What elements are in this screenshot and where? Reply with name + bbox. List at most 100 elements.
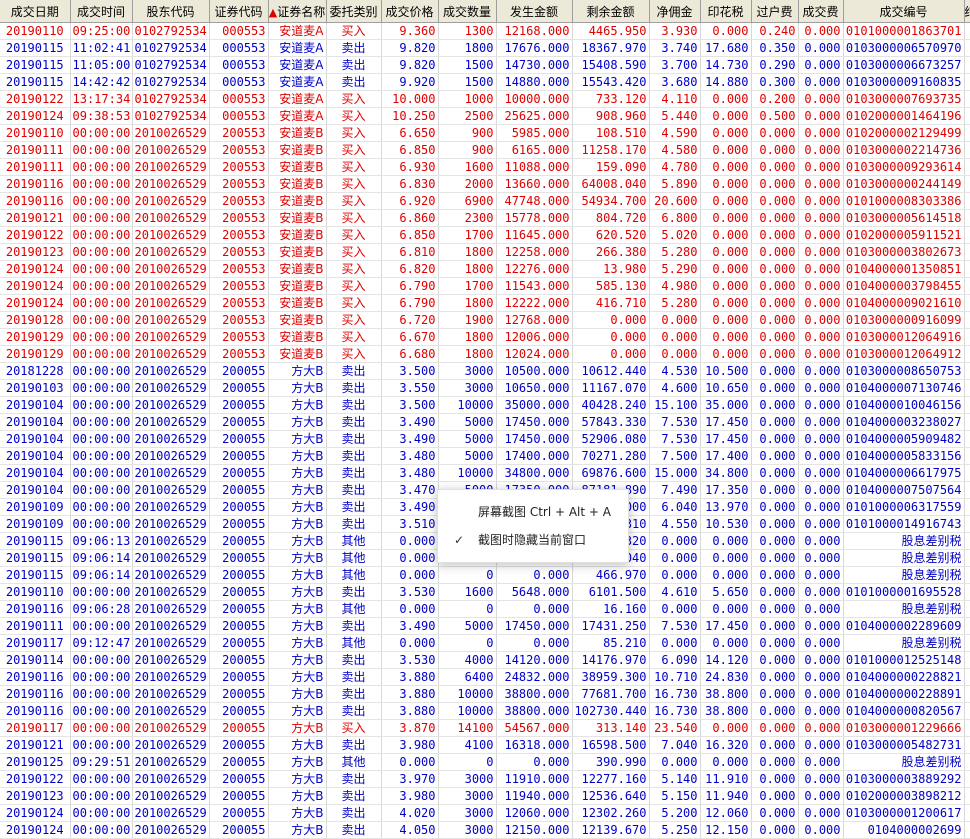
cell-security-name: 安道麦A (268, 22, 327, 40)
cell-order-type: 买入 (326, 311, 382, 329)
cell-trade-date: 20190109 (0, 515, 71, 533)
table-row[interactable]: 20190117 09:12:47 2010026529 200055 方大B 其他 0.0… (0, 634, 970, 652)
table-row[interactable]: 20190116 00:00:00 2010026529 200055 方大B 卖出 3.8… (0, 702, 970, 720)
table-row[interactable]: 20190123 00:00:00 2010026529 200553 安道麦B 买入 6.… (0, 243, 970, 261)
cell-price: 6.790 (381, 277, 439, 295)
table-row[interactable]: 20190104 00:00:00 2010026529 200055 方大B 卖出 3.4… (0, 430, 970, 448)
column-header-trade-date[interactable]: 成交日期 (0, 0, 71, 23)
table-row[interactable]: 20190115 11:02:41 0102792534 000553 安道麦A 卖出 9.… (0, 39, 970, 57)
table-row[interactable]: 20190110 09:25:00 0102792534 000553 安道麦A 买入 9.… (0, 22, 970, 40)
table-row[interactable]: 20190129 00:00:00 2010026529 200553 安道麦B 买入 6.… (0, 345, 970, 363)
table-row[interactable]: 20190110 00:00:00 2010026529 200553 安道麦B 买入 6.… (0, 124, 970, 142)
cell-settlement (964, 141, 970, 159)
cell-trade-number: 0104000002699 (843, 821, 965, 839)
menu-item-screenshot[interactable]: 屏幕截图 Ctrl + Alt + A (438, 498, 628, 526)
table-row[interactable]: 20190104 00:00:00 2010026529 200055 方大B 卖出 3.4… (0, 413, 970, 431)
cell-price: 3.510 (381, 515, 439, 533)
column-header-trade-time[interactable]: 成交时间 (70, 0, 133, 23)
column-header-balance[interactable]: 剩余金额 (572, 0, 650, 23)
table-row[interactable]: 20190122 13:17:34 0102792534 000553 安道麦A 买入 10… (0, 90, 970, 108)
table-row[interactable]: 20190123 00:00:00 2010026529 200055 方大B 卖出 3.9… (0, 787, 970, 805)
column-header-transfer-fee[interactable]: 过户费 (751, 0, 799, 23)
cell-amount: 47748.000 (496, 192, 573, 210)
table-row[interactable]: 20190104 00:00:00 2010026529 200055 方大B 卖出 3.5… (0, 396, 970, 414)
table-row[interactable]: 20190124 00:00:00 2010026529 200553 安道麦B 买入 6.… (0, 277, 970, 295)
table-row[interactable]: 20190110 00:00:00 2010026529 200055 方大B 卖出 3.5… (0, 583, 970, 601)
table-row[interactable]: 20190103 00:00:00 2010026529 200055 方大B 卖出 3.5… (0, 379, 970, 397)
table-row[interactable]: 20190122 00:00:00 2010026529 200553 安道麦B 买入 6.… (0, 226, 970, 244)
column-header-net-commission[interactable]: 净佣金 (649, 0, 701, 23)
table-row[interactable]: 20190124 00:00:00 2010026529 200055 方大B 卖出 4.0… (0, 804, 970, 822)
cell-trade-time: 00:00:00 (70, 617, 133, 635)
table-row[interactable]: 20190111 00:00:00 2010026529 200553 安道麦B 买入 6.… (0, 158, 970, 176)
cell-trade-time: 00:00:00 (70, 396, 133, 414)
table-row[interactable]: 20190116 00:00:00 2010026529 200553 安道麦B 买入 6.… (0, 175, 970, 193)
column-header-security-name[interactable]: ▲证券名称 (268, 0, 327, 23)
table-row[interactable]: 20190111 00:00:00 2010026529 200553 安道麦B 买入 6.… (0, 141, 970, 159)
cell-settlement (964, 651, 970, 669)
table-row[interactable]: 20190116 00:00:00 2010026529 200055 方大B 卖出 3.8… (0, 685, 970, 703)
table-row[interactable]: 20190115 14:42:42 0102792534 000553 安道麦A 卖出 9.… (0, 73, 970, 91)
cell-security-name: 方大B (268, 413, 327, 431)
table-row[interactable]: 20190124 00:00:00 2010026529 200553 安道麦B 买入 6.… (0, 294, 970, 312)
cell-amount: 34800.000 (496, 464, 573, 482)
cell-security-code: 200055 (209, 719, 269, 737)
table-row[interactable]: 20190115 11:05:00 0102792534 000553 安道麦A 卖出 9.… (0, 56, 970, 74)
column-header-stamp-tax[interactable]: 印花税 (700, 0, 752, 23)
cell-transfer-fee: 0.000 (751, 328, 799, 346)
table-row[interactable]: 20190114 00:00:00 2010026529 200055 方大B 卖出 3.5… (0, 651, 970, 669)
cell-settlement (964, 243, 970, 261)
table-row[interactable]: 20190124 00:00:00 2010026529 200553 安道麦B 买入 6.… (0, 260, 970, 278)
table-row[interactable]: 20190116 00:00:00 2010026529 200553 安道麦B 买入 6.… (0, 192, 970, 210)
cell-security-code: 200553 (209, 328, 269, 346)
cell-security-name: 方大B (268, 566, 327, 584)
cell-balance: 416.710 (572, 294, 650, 312)
cell-holder-code: 2010026529 (132, 753, 210, 771)
cell-order-type: 卖出 (326, 685, 382, 703)
cell-holder-code: 2010026529 (132, 736, 210, 754)
cell-transfer-fee: 0.350 (751, 39, 799, 57)
cell-settlement (964, 464, 970, 482)
column-header-settlement[interactable]: 结 (964, 0, 970, 23)
column-header-security-code[interactable]: 证券代码 (209, 0, 269, 23)
column-header-quantity[interactable]: 成交数量 (438, 0, 497, 23)
cell-balance: 17431.250 (572, 617, 650, 635)
cell-security-code: 200055 (209, 651, 269, 669)
column-header-order-type[interactable]: 委托类别 (326, 0, 382, 23)
cell-trade-fee: 0.000 (798, 736, 844, 754)
column-header-trade-fee[interactable]: 成交费 (798, 0, 844, 23)
cell-net-commission: 6.800 (649, 209, 701, 227)
table-row[interactable]: 20190116 00:00:00 2010026529 200055 方大B 卖出 3.8… (0, 668, 970, 686)
cell-trade-number: 0104000003238027 (843, 413, 965, 431)
table-row[interactable]: 20190116 09:06:28 2010026529 200055 方大B 其他 0.0… (0, 600, 970, 618)
column-header-price[interactable]: 成交价格 (381, 0, 439, 23)
column-header-trade-number[interactable]: 成交编号 (843, 0, 965, 23)
table-row[interactable]: 20190128 00:00:00 2010026529 200553 安道麦B 买入 6.… (0, 311, 970, 329)
cell-amount: 38800.000 (496, 702, 573, 720)
table-row[interactable]: 20190115 09:06:14 2010026529 200055 方大B 其他 0.0… (0, 566, 970, 584)
column-header-holder-code[interactable]: 股东代码 (132, 0, 210, 23)
cell-settlement (964, 158, 970, 176)
table-row[interactable]: 20190121 00:00:00 2010026529 200055 方大B 卖出 3.9… (0, 736, 970, 754)
table-row[interactable]: 20190104 00:00:00 2010026529 200055 方大B 卖出 3.4… (0, 447, 970, 465)
table-row[interactable]: 20190104 00:00:00 2010026529 200055 方大B 卖出 3.4… (0, 464, 970, 482)
sort-up-triangle-icon: ▲ (268, 5, 278, 19)
table-row[interactable]: 20190111 00:00:00 2010026529 200055 方大B 卖出 3.4… (0, 617, 970, 635)
table-row[interactable]: 20190124 00:00:00 2010026529 200055 方大B 卖出 4.0… (0, 821, 970, 839)
table-row[interactable]: 20190125 09:29:51 2010026529 200055 方大B 其他 0.0… (0, 753, 970, 771)
cell-security-name: 安道麦B (268, 328, 327, 346)
table-row[interactable]: 20190129 00:00:00 2010026529 200553 安道麦B 买入 6.… (0, 328, 970, 346)
cell-net-commission: 4.550 (649, 515, 701, 533)
cell-trade-fee: 0.000 (798, 617, 844, 635)
table-row[interactable]: 20181228 00:00:00 2010026529 200055 方大B 卖出 3.5… (0, 362, 970, 380)
menu-item-hide-window[interactable]: ✓ 截图时隐藏当前窗口 (438, 526, 628, 554)
table-row[interactable]: 20190117 00:00:00 2010026529 200055 方大B 买入 3.8… (0, 719, 970, 737)
cell-price: 0.000 (381, 600, 439, 618)
table-row[interactable]: 20190122 00:00:00 2010026529 200055 方大B 卖出 3.9… (0, 770, 970, 788)
table-row[interactable]: 20190124 09:38:53 0102792534 000553 安道麦A 买入 10… (0, 107, 970, 125)
cell-amount: 12150.000 (496, 821, 573, 839)
cell-trade-number: 股息差别税 (843, 549, 965, 567)
column-header-amount[interactable]: 发生金额 (496, 0, 573, 23)
cell-trade-fee: 0.000 (798, 566, 844, 584)
table-row[interactable]: 20190121 00:00:00 2010026529 200553 安道麦B 买入 6.… (0, 209, 970, 227)
